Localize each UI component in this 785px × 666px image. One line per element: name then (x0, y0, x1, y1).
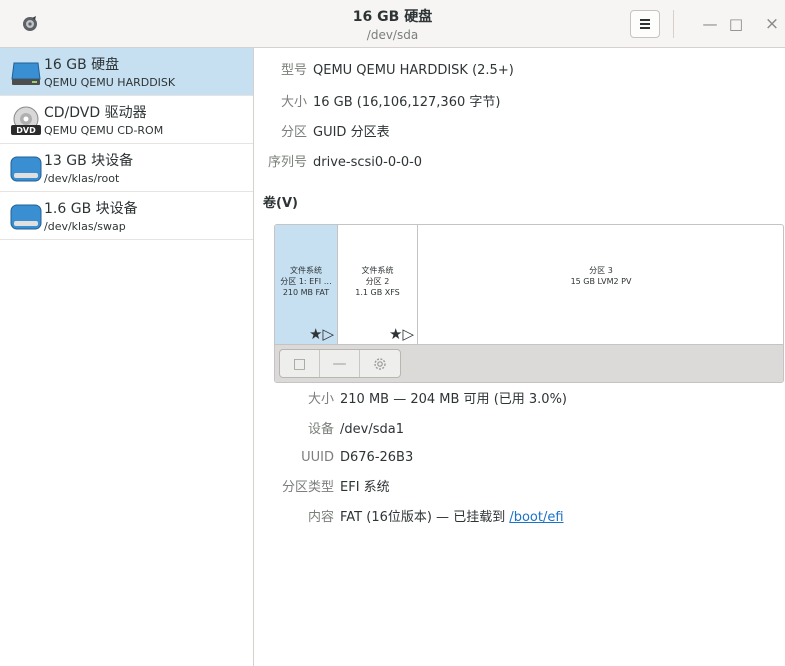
volume-actions: □ — (279, 349, 401, 378)
sidebar-item-block-root[interactable]: 13 GB 块设备 /dev/klas/root (0, 144, 253, 192)
hamburger-menu-icon (640, 19, 650, 29)
model-label: 型号 (280, 63, 307, 78)
sidebar-item-cdrom[interactable]: DVD CD/DVD 驱动器 QEMU QEMU CD-ROM (0, 96, 253, 144)
window-subtitle: /dev/sda (366, 28, 419, 42)
drive-description: QEMU QEMU HARDDISK (44, 76, 176, 89)
remove-partition-button[interactable]: — (320, 350, 360, 377)
size-label: 大小 (280, 95, 307, 110)
partition-size-label: 大小 (307, 392, 334, 407)
segment-line: 文件系统 (361, 266, 394, 275)
drive-description: /dev/klas/root (44, 172, 120, 185)
volumes-heading: 卷(V) (263, 196, 298, 211)
drive-name: 16 GB 硬盘 (44, 57, 120, 73)
sidebar-item-block-swap[interactable]: 1.6 GB 块设备 /dev/klas/swap (0, 192, 253, 240)
partition-size-value: 210 MB — 204 MB 可用 (已用 3.0%) (340, 392, 567, 407)
size-value: 16 GB (16,106,127,360 字节) (313, 95, 501, 110)
menu-button[interactable] (630, 10, 660, 38)
model-row: 型号 QEMU QEMU HARDDISK (2.5+) (255, 61, 514, 81)
drive-list-sidebar: 16 GB 硬盘 QEMU QEMU HARDDISK DVD CD/DVD 驱… (0, 48, 254, 666)
drive-description: QEMU QEMU CD-ROM (44, 124, 164, 137)
title-block: 16 GB 硬盘 /dev/sda (0, 9, 785, 43)
partition-segment-2[interactable]: 文件系统 分区 2 1.1 GB XFS ★▷ (338, 225, 418, 344)
serial-row: 序列号 drive-scsi0-0-0-0 (255, 153, 422, 173)
segment-line: 1.1 GB XFS (355, 288, 400, 297)
partition-settings-button[interactable] (360, 350, 400, 377)
sidebar-item-harddisk[interactable]: 16 GB 硬盘 QEMU QEMU HARDDISK (0, 48, 253, 96)
drive-name: 1.6 GB 块设备 (44, 201, 138, 217)
maximize-button[interactable]: □ (726, 14, 746, 34)
block-device-icon (10, 201, 42, 233)
serial-value: drive-scsi0-0-0-0 (313, 155, 423, 170)
mounted-star-play-icon: ★▷ (389, 325, 414, 343)
model-value: QEMU QEMU HARDDISK (2.5+) (313, 63, 514, 78)
partitioning-row: 分区 GUID 分区表 (255, 123, 390, 143)
uuid-row: UUID D676-26B3 (255, 448, 413, 468)
contents-value: FAT (16位版本) — 已挂载到 /boot/efi (340, 508, 564, 528)
partition-segment-1[interactable]: 文件系统 分区 1: EFI … 210 MB FAT ★▷ (275, 225, 338, 344)
svg-text:DVD: DVD (16, 126, 36, 135)
volume-map: 文件系统 分区 1: EFI … 210 MB FAT ★▷ 文件系统 分区 2… (274, 224, 784, 383)
serial-label: 序列号 (267, 155, 307, 170)
header-bar: 16 GB 硬盘 /dev/sda — □ × (0, 0, 785, 48)
uuid-label: UUID (301, 450, 334, 465)
partition-type-label: 分区类型 (281, 480, 334, 495)
mounted-star-play-icon: ★▷ (309, 325, 334, 343)
segment-line: 分区 3 (589, 266, 613, 275)
partition-type-row: 分区类型 EFI 系统 (255, 478, 390, 498)
dvd-icon: DVD (10, 105, 42, 137)
device-value: /dev/sda1 (340, 422, 404, 437)
device-row: 设备/dev/sda1 (255, 420, 404, 440)
mount-point-link[interactable]: /boot/efi (509, 510, 563, 525)
partitioning-label: 分区 (280, 125, 307, 140)
gear-icon (374, 357, 386, 370)
window-title: 16 GB 硬盘 (352, 9, 433, 25)
minimize-button[interactable]: — (700, 14, 720, 34)
contents-row: 内容 FAT (16位版本) — 已挂载到 /boot/efi (255, 508, 564, 528)
volume-toolbar: □ — (275, 344, 783, 382)
segment-line: 文件系统 (290, 266, 322, 275)
segment-line: 15 GB LVM2 PV (570, 277, 632, 286)
partition-size-row: 大小 210 MB — 204 MB 可用 (已用 3.0%) (255, 390, 567, 410)
device-label: 设备 (307, 422, 334, 437)
contents-label: 内容 (307, 510, 334, 525)
segment-line: 分区 2 (365, 277, 390, 286)
segment-line: 210 MB FAT (282, 288, 330, 297)
header-separator (673, 10, 674, 38)
stop-button[interactable]: □ (280, 350, 320, 377)
size-row: 大小 16 GB (16,106,127,360 字节) (255, 93, 500, 113)
drive-description: /dev/klas/swap (44, 220, 126, 233)
harddisk-icon (10, 57, 42, 89)
partitioning-value: GUID 分区表 (313, 125, 390, 140)
drive-details: 型号 QEMU QEMU HARDDISK (2.5+) 大小 16 GB (16,… (255, 48, 785, 666)
close-button[interactable]: × (762, 14, 782, 34)
contents-text: FAT (16位版本) — 已挂载到 (340, 510, 510, 525)
partition-type-value: EFI 系统 (340, 480, 390, 495)
segment-line: 分区 1: EFI … (280, 277, 332, 286)
drive-name: CD/DVD 驱动器 (44, 105, 147, 121)
uuid-value: D676-26B3 (340, 450, 414, 465)
partition-segment-3[interactable]: 分区 3 15 GB LVM2 PV (418, 225, 783, 344)
drive-name: 13 GB 块设备 (44, 153, 134, 169)
block-device-icon (10, 153, 42, 185)
